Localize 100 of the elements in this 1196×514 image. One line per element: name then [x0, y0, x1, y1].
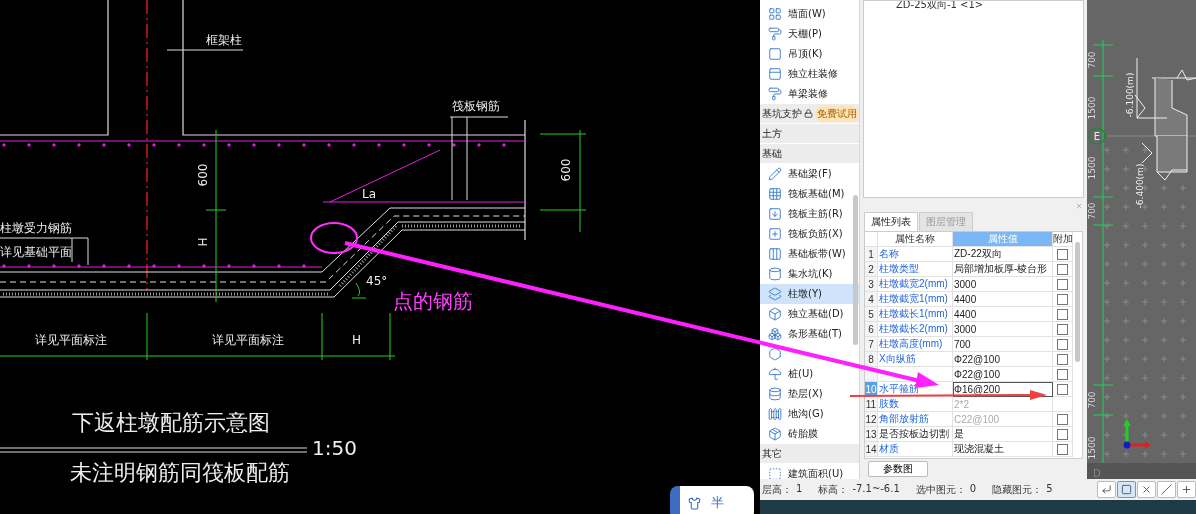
sidebar-item[interactable]: 建筑面积(U) — [760, 464, 859, 479]
row-number: 8 — [865, 352, 878, 367]
checkbox[interactable] — [1057, 443, 1068, 455]
property-name: 柱墩截宽1(mm) — [878, 292, 953, 307]
checkbox[interactable] — [1057, 353, 1068, 365]
property-value[interactable]: 4400 — [953, 307, 1053, 322]
property-name: 是否按板边切割 — [878, 427, 953, 442]
dimension-label: 700 — [1087, 51, 1097, 69]
scrollbar[interactable] — [1075, 242, 1080, 362]
property-value[interactable]: 3000 — [953, 277, 1053, 292]
drawing-label: 600 — [559, 158, 573, 182]
plus-icon — [1181, 484, 1192, 495]
property-value[interactable]: 3000 — [953, 322, 1053, 337]
checkbox[interactable] — [1057, 323, 1068, 335]
cross-icon — [1141, 484, 1152, 495]
scrollbar[interactable] — [853, 195, 858, 345]
sidebar-item[interactable]: 墙面(W) — [760, 4, 859, 24]
axis-circle — [1088, 127, 1106, 145]
drawing-label: H — [196, 237, 210, 247]
sidebar-item[interactable]: 基础梁(F) — [760, 164, 859, 184]
checkbox[interactable] — [1057, 278, 1068, 290]
row-number: 5 — [865, 307, 878, 322]
sidebar-item[interactable]: 条形基础(T) — [760, 324, 859, 344]
property-name: 名称 — [878, 247, 953, 262]
property-value[interactable]: Φ22@100 — [953, 367, 1053, 382]
property-value[interactable]: Φ22@100 — [953, 352, 1053, 367]
status-value: 5 — [1046, 482, 1053, 496]
sidebar-item[interactable]: 独立柱装修 — [760, 64, 859, 84]
sidebar-group[interactable]: 土方 — [760, 124, 859, 143]
checkbox[interactable] — [1057, 248, 1068, 260]
checkbox[interactable] — [1057, 338, 1068, 350]
property-value[interactable]: Φ16@200 — [953, 382, 1053, 397]
sidebar-item[interactable]: 垫层(X) — [760, 384, 859, 404]
square-icon — [768, 47, 782, 61]
trial-badge: 免费试用 — [815, 105, 859, 122]
cylinder-icon — [768, 267, 782, 281]
sidebar-item[interactable]: 柱墩(Y) — [760, 284, 859, 304]
item-label: 桩(U) — [788, 367, 814, 381]
sidebar-group[interactable]: 基坑支护 免费试用 — [760, 104, 859, 123]
sidebar-item[interactable]: 天棚(P) — [760, 24, 859, 44]
checkbox[interactable] — [1057, 368, 1068, 380]
tool-button[interactable] — [1157, 481, 1176, 498]
cylinder-icon — [768, 387, 782, 401]
sidebar-item[interactable]: 吊顶(K) — [760, 44, 859, 64]
package-icon — [768, 427, 782, 441]
fence-icon — [768, 407, 782, 421]
property-value[interactable]: ZD-22双向 — [953, 247, 1053, 262]
sidebar-group[interactable]: 其它 — [760, 444, 859, 463]
row-number: 3 — [865, 277, 878, 292]
item-label: 集水坑(K) — [788, 267, 833, 281]
elevation-label: -6.100(m) — [1125, 72, 1135, 118]
checkbox[interactable] — [1057, 383, 1068, 395]
tool-button[interactable] — [1097, 481, 1116, 498]
floating-widget[interactable]: 半 — [670, 486, 754, 514]
panel-tab[interactable]: 属性列表 — [864, 212, 918, 231]
item-label: 天棚(P) — [788, 27, 822, 41]
drawing-label: La — [362, 187, 377, 201]
column-header: 属性名称 — [878, 232, 953, 247]
property-value[interactable]: 700 — [953, 337, 1053, 352]
checkbox[interactable] — [1057, 308, 1068, 320]
sidebar-group[interactable]: 基础 — [760, 144, 859, 163]
corner-icon — [1101, 484, 1112, 495]
dimension-label: 1500 — [1087, 436, 1097, 460]
tool-button[interactable] — [1117, 481, 1136, 498]
item-label: 砖胎膜 — [788, 427, 818, 441]
axis-icon — [1123, 419, 1151, 449]
lock-icon — [804, 109, 813, 118]
dashed-square-icon — [768, 467, 782, 479]
dimension-label: 700 — [1087, 202, 1097, 220]
group-label: 基坑支护 — [762, 106, 802, 121]
sidebar-item[interactable]: 桩(U) — [760, 364, 859, 384]
row-number: 7 — [865, 337, 878, 352]
tool-button[interactable] — [1177, 481, 1196, 498]
item-label: 筏板负筋(X) — [788, 227, 843, 241]
sidebar-item[interactable]: 砖胎膜 — [760, 424, 859, 444]
checkbox[interactable] — [1057, 263, 1068, 275]
item-label: 筏板基础(M) — [788, 187, 845, 201]
sidebar-item[interactable]: 基础板带(W) — [760, 244, 859, 264]
checkbox[interactable] — [1057, 428, 1068, 440]
item-label: 条形基础(T) — [788, 327, 842, 341]
diagram-button[interactable]: 参数图 — [868, 461, 928, 477]
checkbox[interactable] — [1057, 413, 1068, 425]
property-value[interactable]: 4400 — [953, 292, 1053, 307]
item-label: 独立基础(D) — [788, 307, 844, 321]
property-value[interactable]: 现浇混凝土 — [953, 442, 1053, 457]
sidebar-item[interactable]: 集水坑(K) — [760, 264, 859, 284]
checkbox[interactable] — [1057, 293, 1068, 305]
sidebar-item[interactable]: 独立基础(D) — [760, 304, 859, 324]
drawing-label: 600 — [196, 163, 210, 187]
roller-icon — [768, 87, 782, 101]
row-number: 2 — [865, 262, 878, 277]
sidebar-item[interactable]: 单梁装修 — [760, 84, 859, 104]
drawing-note: 未注明钢筋同筏板配筋 — [70, 460, 290, 485]
tool-button[interactable] — [1137, 481, 1156, 498]
sidebar-item[interactable]: 筏板基础(M) — [760, 184, 859, 204]
sidebar-item[interactable]: 筏板负筋(X) — [760, 224, 859, 244]
sidebar-item[interactable]: 地沟(G) — [760, 404, 859, 424]
property-value[interactable]: 是 — [953, 427, 1053, 442]
sidebar-item[interactable]: 筏板主筋(R) — [760, 204, 859, 224]
property-value[interactable]: 局部增加板厚-棱台形 — [953, 262, 1053, 277]
